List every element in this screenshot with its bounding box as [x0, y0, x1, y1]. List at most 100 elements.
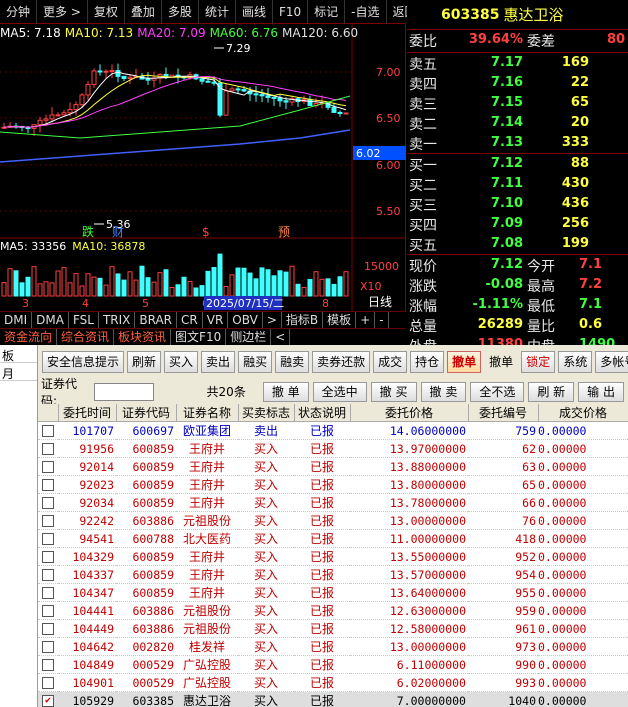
- asks-row[interactable]: 卖五 7.17 169: [407, 53, 628, 73]
- table-row[interactable]: ✔ 105929 603385 惠达卫浴 买入 已报 7.00000000 1040 0.000…: [38, 691, 628, 707]
- row-checkbox[interactable]: [42, 677, 54, 689]
- indicator-tab[interactable]: FSL: [69, 312, 99, 328]
- asks-row[interactable]: 卖四 7.16 22: [407, 73, 628, 93]
- indicator-tab[interactable]: TRIX: [99, 312, 136, 328]
- trade-tab[interactable]: 系统: [558, 351, 593, 373]
- table-row[interactable]: 104441 603886 元祖股份 买入 已报 12.63000000 959 0.0000…: [38, 601, 628, 620]
- kline-chart[interactable]: 7.006.506.005.506.0215000X10日线7.295.36跌财…: [0, 0, 406, 345]
- row-checkbox-cell[interactable]: [38, 547, 58, 566]
- cancel-tool-button[interactable]: 全选中: [312, 382, 367, 402]
- table-row[interactable]: 104329 600859 王府井 买入 已报 13.55000000 952 0.00000: [38, 547, 628, 566]
- indicator-tab[interactable]: DMA: [32, 312, 69, 328]
- cancel-tool-button[interactable]: 输 出: [578, 382, 624, 402]
- trade-tab[interactable]: 持仓: [410, 351, 445, 373]
- column-header[interactable]: 委托编号: [468, 404, 539, 422]
- column-header[interactable]: 委托时间: [58, 404, 117, 422]
- sub-tab[interactable]: 资金流向: [0, 329, 58, 345]
- table-row[interactable]: 104337 600859 王府井 买入 已报 13.57000000 954 0.00000: [38, 565, 628, 584]
- indicator-tab[interactable]: DMI: [0, 312, 33, 328]
- column-header[interactable]: 状态说明: [294, 404, 351, 422]
- table-row[interactable]: 94541 600788 北大医药 买入 已报 11.00000000 418 0.00000: [38, 529, 628, 548]
- trade-tab[interactable]: 撤单: [484, 351, 518, 373]
- table-row[interactable]: 92242 603886 元祖股份 买入 已报 13.00000000 76 0.00000: [38, 511, 628, 530]
- column-header[interactable]: 证券名称: [176, 404, 239, 422]
- asks-row[interactable]: 卖二 7.14 20: [407, 113, 628, 133]
- row-checkbox[interactable]: [42, 659, 54, 671]
- table-row[interactable]: 104849 000529 广弘控股 买入 已报 6.11000000 990 0.00000: [38, 655, 628, 674]
- cancel-tool-button[interactable]: 全不选: [470, 382, 525, 402]
- row-checkbox[interactable]: [42, 425, 54, 437]
- stock-code-input[interactable]: [93, 383, 154, 401]
- trade-tab[interactable]: 卖出: [201, 351, 236, 373]
- trade-tab[interactable]: 锁定: [521, 351, 556, 373]
- trade-tab[interactable]: 融买: [238, 351, 273, 373]
- row-checkbox-cell[interactable]: [38, 673, 58, 692]
- trade-tab[interactable]: 融卖: [275, 351, 310, 373]
- row-checkbox[interactable]: [42, 605, 54, 617]
- column-header[interactable]: [38, 404, 59, 422]
- indicator-tab[interactable]: OBV: [228, 312, 263, 328]
- trade-tab[interactable]: 撤单: [447, 351, 482, 373]
- bids-row[interactable]: 买四 7.09 256: [407, 214, 628, 234]
- trade-tab[interactable]: 安全信息提示: [42, 351, 125, 373]
- row-checkbox[interactable]: [42, 515, 54, 527]
- row-checkbox-cell[interactable]: [38, 511, 58, 530]
- bids-row[interactable]: 买一 7.12 88: [407, 154, 628, 174]
- row-checkbox[interactable]: [42, 569, 54, 581]
- row-checkbox-cell[interactable]: [38, 439, 58, 458]
- indicator-tab[interactable]: CR: [177, 312, 203, 328]
- sub-tab[interactable]: 板块资讯: [114, 329, 172, 345]
- kline-chart-panel[interactable]: 分钟 更多 > 复权 叠加 多股 统计 画线 F10 标记 -自选 返回 7.00 6.50 6.00 5…: [0, 0, 424, 345]
- row-checkbox-cell[interactable]: [38, 457, 58, 476]
- cancel-tool-button[interactable]: 刷 新: [528, 382, 575, 402]
- asks-row[interactable]: 卖一 7.13 333: [407, 133, 628, 153]
- indicator-tab[interactable]: VR: [203, 312, 229, 328]
- row-checkbox[interactable]: [42, 533, 54, 545]
- column-header[interactable]: 买卖标志: [238, 404, 295, 422]
- column-header[interactable]: 证券代码: [116, 404, 177, 422]
- bids-row[interactable]: 买二 7.11 430: [407, 174, 628, 194]
- table-row[interactable]: 104901 000529 广弘控股 买入 已报 6.02000000 993 0.00000: [38, 673, 628, 692]
- indicator-tab[interactable]: BRAR: [135, 312, 178, 328]
- sub-tab[interactable]: 综合资讯: [57, 329, 115, 345]
- table-row[interactable]: 92034 600859 王府井 买入 已报 13.78000000 66 0.00000: [38, 493, 628, 512]
- table-row[interactable]: 101707 600697 欧亚集团 卖出 已报 14.06000000 759 0.0000…: [38, 421, 628, 440]
- cancel-tool-button[interactable]: 撤 卖: [420, 382, 467, 402]
- sub-tab[interactable]: <: [271, 329, 291, 345]
- table-row[interactable]: 91956 600859 王府井 买入 已报 13.97000000 62 0.00000: [38, 439, 628, 458]
- table-row[interactable]: 92014 600859 王府井 买入 已报 13.88000000 63 0.00000: [38, 457, 628, 476]
- row-checkbox-cell[interactable]: [38, 619, 58, 638]
- indicator-tab[interactable]: -: [375, 312, 389, 328]
- row-checkbox[interactable]: [42, 461, 54, 473]
- cancel-tool-button[interactable]: 撤 买: [370, 382, 417, 402]
- column-header[interactable]: 成交价格: [538, 404, 628, 422]
- indicator-tab[interactable]: +: [356, 312, 376, 328]
- table-row[interactable]: 104347 600859 王府井 买入 已报 13.64000000 955 0.00000: [38, 583, 628, 602]
- row-checkbox[interactable]: [42, 623, 54, 635]
- row-checkbox-cell[interactable]: [38, 637, 58, 656]
- row-checkbox[interactable]: [42, 551, 54, 563]
- indicator-tab[interactable]: >: [263, 312, 282, 328]
- table-row[interactable]: 104642 002820 桂发祥 买入 已报 13.00000000 973 0.00000: [38, 637, 628, 656]
- sub-tab[interactable]: 侧边栏: [226, 329, 272, 345]
- asks-row[interactable]: 卖三 7.15 65: [407, 93, 628, 113]
- row-checkbox[interactable]: [42, 443, 54, 455]
- row-checkbox[interactable]: [42, 479, 54, 491]
- row-checkbox-cell[interactable]: [38, 565, 58, 584]
- row-checkbox-cell[interactable]: [38, 421, 58, 440]
- row-checkbox-cell[interactable]: [38, 655, 58, 674]
- bids-row[interactable]: 买五 7.08 199: [407, 234, 628, 254]
- trade-tab[interactable]: 卖券还款: [312, 351, 371, 373]
- row-checkbox[interactable]: [42, 497, 54, 509]
- left-nav-item[interactable]: 板: [0, 345, 37, 363]
- row-checkbox-cell[interactable]: [38, 493, 58, 512]
- row-checkbox-cell[interactable]: ✔: [38, 691, 58, 707]
- table-row[interactable]: 104449 603886 元祖股份 买入 已报 12.58000000 961 0.0000…: [38, 619, 628, 638]
- trade-tab[interactable]: 买入: [164, 351, 199, 373]
- row-checkbox[interactable]: [42, 587, 54, 599]
- trade-tab[interactable]: 成交: [373, 351, 408, 373]
- row-checkbox-cell[interactable]: [38, 583, 58, 602]
- row-checkbox-cell[interactable]: [38, 475, 58, 494]
- trade-tab[interactable]: 刷新: [127, 351, 162, 373]
- cancel-tool-button[interactable]: 撤 单: [262, 382, 309, 402]
